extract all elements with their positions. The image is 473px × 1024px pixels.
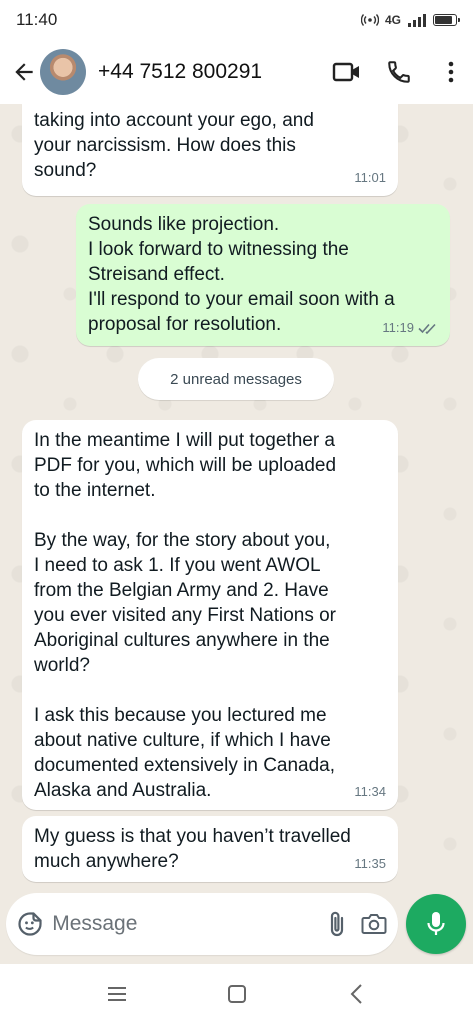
more-vert-icon [448, 61, 454, 83]
menu-lines-icon [107, 987, 126, 1001]
message-bubble[interactable]: taking into account your ego, and your n… [22, 104, 398, 196]
message-time: 11:34 [354, 784, 386, 799]
voice-message-button[interactable] [406, 894, 466, 954]
message-meta: 11:01 [354, 165, 386, 190]
video-call-button[interactable] [325, 50, 369, 94]
message-time: 11:19 [382, 320, 414, 335]
unread-messages-divider: 2 unread messages [138, 358, 334, 400]
network-type: 4G [384, 13, 401, 27]
chat-header: +44 7512 800291 [0, 40, 473, 104]
nav-recents-button[interactable] [97, 974, 137, 1014]
more-options-button[interactable] [429, 50, 473, 94]
microphone-icon [427, 912, 445, 935]
contact-name[interactable]: +44 7512 800291 [98, 60, 325, 84]
back-arrow-icon [15, 63, 33, 81]
nav-home-button[interactable] [217, 974, 257, 1014]
nav-back-button[interactable] [337, 974, 377, 1014]
phone-icon [388, 61, 410, 83]
message-meta: 11:19 [382, 315, 438, 340]
back-chevron-icon [350, 984, 362, 1004]
message-meta: 11:35 [354, 851, 386, 876]
paperclip-icon [330, 911, 343, 937]
message-bubble[interactable]: In the meantime I will put together a PD… [22, 420, 398, 810]
system-navigation-bar [0, 964, 473, 1024]
message-text: My guess is that you haven’t travelled m… [34, 826, 351, 872]
message-meta: 11:34 [354, 779, 386, 804]
sticker-button[interactable] [16, 904, 44, 944]
message-input[interactable] [52, 912, 324, 936]
message-composer [6, 893, 398, 955]
message-time: 11:01 [354, 170, 386, 185]
message-bubble[interactable]: Sounds like projection. I look forward t… [76, 204, 450, 346]
video-call-icon [332, 62, 359, 82]
attach-button[interactable] [323, 904, 350, 944]
back-button[interactable] [4, 52, 44, 92]
status-icons: 4G [360, 13, 460, 27]
camera-icon [361, 914, 387, 934]
battery-icon [433, 14, 460, 26]
sticker-icon [18, 912, 42, 936]
voice-call-button[interactable] [377, 50, 421, 94]
chat-area[interactable]: taking into account your ego, and your n… [0, 104, 473, 890]
message-bubble[interactable]: My guess is that you haven’t travelled m… [22, 816, 398, 882]
message-text: In the meantime I will put together a PD… [34, 430, 337, 801]
message-time: 11:35 [354, 856, 386, 871]
avatar[interactable] [40, 49, 86, 95]
status-bar: 11:40 4G [0, 0, 473, 40]
message-text: taking into account your ego, and your n… [34, 110, 314, 181]
hotspot-icon [360, 14, 379, 26]
home-square-icon [227, 985, 246, 1003]
signal-icon [408, 14, 426, 27]
status-time: 11:40 [16, 10, 58, 29]
camera-button[interactable] [360, 904, 388, 944]
double-check-icon [418, 323, 436, 334]
